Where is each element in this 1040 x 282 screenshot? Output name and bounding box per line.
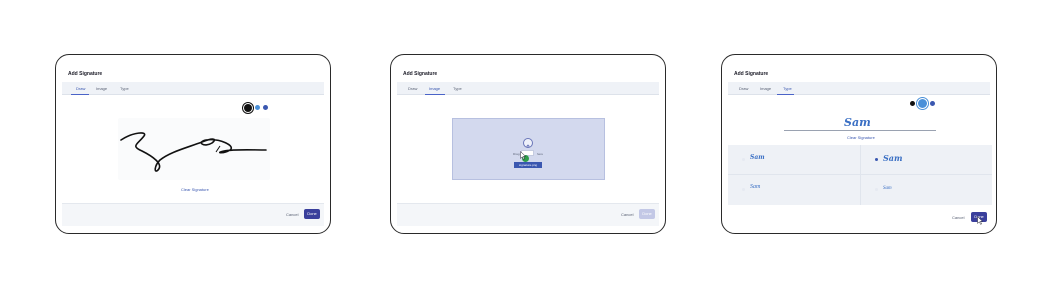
drop-hint-left: Drag [513,152,520,156]
font-option-1[interactable]: Sam [728,145,860,175]
tab-type[interactable]: Type [120,86,129,91]
font-option-4[interactable]: Sam [860,175,992,205]
active-tab-indicator [425,94,445,95]
signature-baseline [784,130,936,131]
tab-draw[interactable]: Draw [76,86,85,91]
drawn-signature [120,132,267,172]
tab-draw[interactable]: Draw [739,86,748,91]
clear-signature-link[interactable]: Clear Signature [847,135,875,140]
dialog-footer: Cancel Done [397,203,659,226]
tab-image[interactable]: Image [429,86,440,91]
mouse-cursor-icon [520,151,526,160]
tab-bar: Draw Image Type [728,82,990,95]
color-swatch-light-blue[interactable] [255,105,260,110]
tab-type[interactable]: Type [453,86,462,91]
color-swatch-blue[interactable] [930,101,935,106]
font-sample: Sam [883,186,892,191]
color-swatch-black[interactable] [244,104,252,112]
font-sample: Sam [883,153,903,163]
font-option-radio[interactable] [742,158,745,161]
color-swatch-black[interactable] [910,101,915,106]
signature-dialog-image: Add Signature Draw Image Type Drag here … [390,54,666,234]
dialog-title: Add Signature [68,71,103,77]
tab-draw[interactable]: Draw [408,86,417,91]
font-option-2[interactable]: Sam [860,145,992,175]
file-name-chip: signature.png [514,162,542,168]
done-button[interactable]: Done [639,209,655,219]
cancel-button[interactable]: Cancel [286,212,298,217]
active-tab-indicator [71,94,89,95]
cancel-button[interactable]: Cancel [621,212,633,217]
mouse-cursor-icon [977,216,983,225]
font-sample: Sam [750,184,761,190]
tab-type[interactable]: Type [783,86,792,91]
signature-canvas[interactable] [118,118,270,180]
dialog-footer: Cancel Done [728,207,990,230]
tab-image[interactable]: Image [96,86,107,91]
signature-dialog-draw: Add Signature Draw Image Type Clear Sign… [55,54,331,234]
tab-bar: Draw Image Type [62,82,324,95]
active-tab-indicator [777,94,794,95]
done-button[interactable]: Done [304,209,320,219]
tab-image[interactable]: Image [760,86,771,91]
font-sample: Sam [750,154,765,161]
font-style-grid: Sam Sam Sam Sam [728,145,992,205]
upload-icon [523,138,533,148]
signature-dialog-type: Add Signature Draw Image Type Sam Clear … [721,54,997,234]
image-drop-zone[interactable]: Drag here signature.png [452,118,605,180]
tab-bar: Draw Image Type [397,82,659,95]
font-option-radio[interactable] [742,188,745,191]
clear-signature-link[interactable]: Clear Signature [181,187,209,192]
color-swatch-blue[interactable] [263,105,268,110]
cancel-button[interactable]: Cancel [952,215,964,220]
dialog-footer: Cancel Done [62,203,324,226]
drop-hint-right: here [537,152,544,156]
dialog-title: Add Signature [403,71,438,77]
font-option-radio-selected[interactable] [875,158,878,161]
color-swatch-light-blue[interactable] [918,99,927,108]
dialog-title: Add Signature [734,71,769,77]
font-option-radio[interactable] [875,188,878,191]
font-option-3[interactable]: Sam [728,175,860,205]
typed-signature-preview[interactable]: Sam [844,116,871,129]
